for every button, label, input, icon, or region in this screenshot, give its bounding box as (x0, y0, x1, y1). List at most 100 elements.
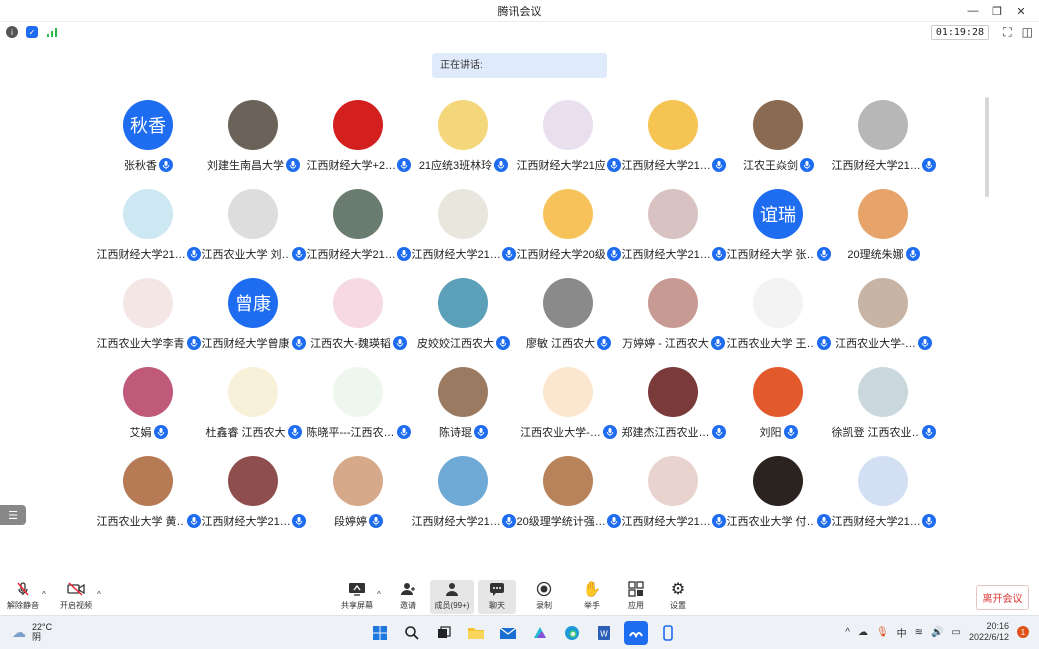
clock[interactable]: 20:16 2022/6/12 (969, 621, 1009, 643)
share-options-chevron-icon[interactable]: ^ (377, 590, 381, 599)
participant-tile[interactable]: 江西农业大学-… (516, 367, 621, 447)
participant-tile[interactable]: 徐凯登 江西农业… (831, 367, 936, 447)
participant-tile[interactable]: 刘阳 (726, 367, 831, 447)
apps-button[interactable]: 应用 (622, 580, 650, 614)
participant-namebar: 廖敏 江西农大 (516, 335, 621, 351)
shield-icon[interactable]: ✓ (26, 26, 38, 38)
avatar (438, 456, 488, 506)
participant-tile[interactable]: 廖敏 江西农大 (516, 278, 621, 358)
minimize-icon[interactable]: — (961, 0, 985, 22)
mute-button[interactable]: 解除静音 (7, 580, 39, 614)
participant-tile[interactable]: 21应统3班林玲 (411, 100, 516, 180)
participant-tile[interactable]: 江西财经大学20级… (516, 189, 621, 269)
participant-tile[interactable]: 陈晓平---江西农… (306, 367, 411, 447)
share-screen-button[interactable]: 共享屏幕 (340, 580, 374, 614)
participant-tile[interactable]: 20理统朱娜 (831, 189, 936, 269)
avatar (228, 100, 278, 150)
phone-link-icon[interactable] (656, 621, 680, 645)
chevron-up-icon[interactable]: ^ (845, 627, 850, 638)
close-icon[interactable]: ✕ (1009, 0, 1033, 22)
participant-tile[interactable]: 郑建杰江西农业… (621, 367, 726, 447)
wifi-icon[interactable]: ≋ (915, 627, 923, 638)
mic-icon (800, 158, 814, 172)
photos-icon[interactable] (528, 621, 552, 645)
settings-button[interactable]: ⚙ 设置 (664, 580, 692, 614)
list-toggle-icon[interactable]: ☰ (0, 505, 26, 525)
avatar (753, 456, 803, 506)
participant-tile[interactable]: 江西农业大学-… (831, 278, 936, 358)
members-button[interactable]: 成员(99+) (430, 580, 474, 614)
participant-tile[interactable]: 皮姣姣江西农大 (411, 278, 516, 358)
sidebar-toggle-icon[interactable]: ◫ (1022, 25, 1033, 40)
participant-tile[interactable]: 江西财经大学21… (201, 456, 306, 536)
participant-tile[interactable]: 刘建生南昌大学 (201, 100, 306, 180)
meeting-toolbar: 解除静音 ^ 开启视频 ^ 共享屏幕 ^ 邀请 成员(99+) 聊天 录制 ✋ … (0, 575, 1039, 615)
participant-tile[interactable]: 江西农大-魏瑛韬 (306, 278, 411, 358)
info-icon[interactable]: i (6, 26, 18, 38)
participant-tile[interactable]: 江西农业大学 付… (726, 456, 831, 536)
participant-tile[interactable]: 江西财经大学21应… (516, 100, 621, 180)
participant-tile[interactable]: 江西财经大学21… (411, 456, 516, 536)
fullscreen-icon[interactable]: ⛶ (1003, 25, 1011, 40)
participant-tile[interactable]: 万婷婷 - 江西农大 (621, 278, 726, 358)
search-icon[interactable] (400, 621, 424, 645)
participant-tile[interactable]: 江西农业大学李青 (96, 278, 201, 358)
avatar (858, 367, 908, 417)
participant-tile[interactable]: 秋香 张秋香 (96, 100, 201, 180)
video-button[interactable]: 开启视频 (58, 580, 94, 614)
participant-tile[interactable]: 江西财经大学21… (831, 100, 936, 180)
input-method-indicator[interactable]: 中 (897, 625, 907, 640)
participant-tile[interactable]: 江西财经大学21… (621, 189, 726, 269)
invite-button[interactable]: 邀请 (394, 580, 422, 614)
participant-tile[interactable]: 艾娟 (96, 367, 201, 447)
mute-options-chevron-icon[interactable]: ^ (42, 590, 46, 599)
notification-badge[interactable]: 1 (1017, 626, 1029, 638)
mail-icon[interactable] (496, 621, 520, 645)
participant-tile[interactable]: 江西财经大学21… (306, 189, 411, 269)
mic-icon (606, 514, 621, 528)
grid-scrollbar[interactable] (985, 97, 989, 197)
word-icon[interactable]: W (592, 621, 616, 645)
leave-meeting-button[interactable]: 离开会议 (976, 585, 1029, 610)
microphone-icon[interactable]: 🎙 (876, 627, 889, 638)
file-explorer-icon[interactable] (464, 621, 488, 645)
participant-tile[interactable]: 江农王焱剑 (726, 100, 831, 180)
participant-tile[interactable]: 江西财经大学21… (831, 456, 936, 536)
avatar: 秋香 (123, 100, 173, 150)
windows-start-icon[interactable] (368, 621, 392, 645)
participant-tile[interactable]: 江西财经大学21… (621, 100, 726, 180)
participant-tile[interactable]: 陈诗琨 (411, 367, 516, 447)
participant-tile[interactable]: 20级理学统计强… (516, 456, 621, 536)
participant-tile[interactable]: 谊瑞 江西财经大学 张… (726, 189, 831, 269)
participant-tile[interactable]: 江西农业大学 刘… (201, 189, 306, 269)
participant-tile[interactable]: 江西财经大学21… (411, 189, 516, 269)
participant-tile[interactable]: 曾康 江西财经大学曾康 (201, 278, 306, 358)
participant-tile[interactable]: 江西财经大学21… (96, 189, 201, 269)
participant-tile[interactable]: 江西财经大学21… (621, 456, 726, 536)
mic-icon (711, 247, 726, 261)
battery-icon[interactable]: ▭ (952, 627, 961, 638)
participant-tile[interactable]: 杜鑫睿 江西农大 (201, 367, 306, 447)
tencent-meeting-icon[interactable] (624, 621, 648, 645)
participant-namebar: 刘阳 (726, 424, 831, 440)
raise-hand-button[interactable]: ✋ 举手 (578, 580, 606, 614)
participant-tile[interactable]: 江西财经大学+2… (306, 100, 411, 180)
edge-browser-icon[interactable] (560, 621, 584, 645)
video-options-chevron-icon[interactable]: ^ (97, 590, 101, 599)
weather-widget[interactable]: ☁ 22°C 阴 (12, 622, 52, 642)
avatar (648, 367, 698, 417)
record-button[interactable]: 录制 (530, 580, 558, 614)
task-view-icon[interactable] (432, 621, 456, 645)
participant-name: 江西财经大学20级… (516, 249, 605, 261)
signal-icon[interactable] (46, 26, 58, 38)
restore-icon[interactable]: ❐ (985, 0, 1009, 22)
participant-tile[interactable]: 江西农业大学 黄… (96, 456, 201, 536)
participant-name: 江西财经大学21… (306, 249, 395, 261)
avatar (543, 456, 593, 506)
volume-icon[interactable]: 🔊 (931, 627, 943, 638)
chat-button[interactable]: 聊天 (478, 580, 516, 614)
participant-tile[interactable]: 段婷婷 (306, 456, 411, 536)
cloud-sync-icon[interactable]: ☁ (858, 627, 868, 638)
participant-tile[interactable]: 江西农业大学 王… (726, 278, 831, 358)
cloud-icon: ☁ (12, 623, 26, 640)
